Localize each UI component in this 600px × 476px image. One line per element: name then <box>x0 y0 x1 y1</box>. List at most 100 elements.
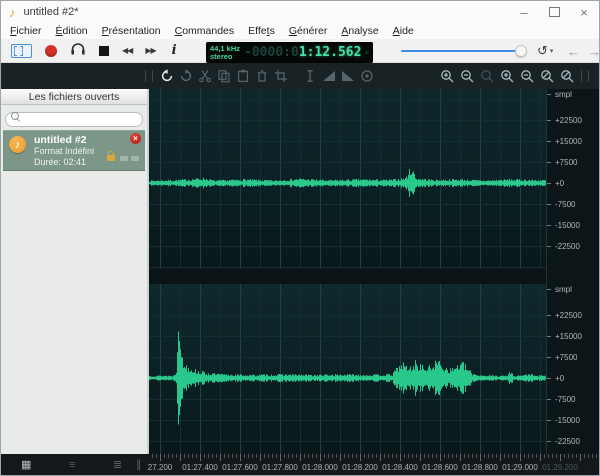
slider-track <box>401 50 521 52</box>
timeline-label: 01:28.600 <box>422 463 458 472</box>
zoom-in-button[interactable] <box>437 67 457 85</box>
redo-button[interactable] <box>176 67 195 85</box>
open-file-item[interactable]: ♪ untitled #2 Format Indéfini Durée: 02:… <box>3 130 145 171</box>
close-button[interactable]: × <box>569 1 599 23</box>
undo-icon <box>161 69 172 82</box>
menu-item-aide[interactable]: Aide <box>386 25 421 37</box>
nav-back-button[interactable]: ← <box>567 44 580 59</box>
lcd-menu-icon[interactable]: ≡ <box>364 48 369 57</box>
file-status-icon-2 <box>131 156 139 161</box>
rewind-button[interactable]: ◀◀ <box>122 46 133 55</box>
window-controls: – × <box>509 1 599 23</box>
axis-label-ch1: +0 <box>547 179 564 188</box>
fade-out-button[interactable] <box>338 67 357 85</box>
waveform-view[interactable] <box>149 89 546 454</box>
axis-label-ch2: +22500 <box>547 311 582 320</box>
timeline-label: 01:28.200 <box>342 463 378 472</box>
timeline-label: 01:27.800 <box>262 463 298 472</box>
copy-icon <box>217 70 230 83</box>
axis-label-ch1: +7500 <box>547 158 577 167</box>
view-columns-button[interactable]: ≣ <box>113 459 122 471</box>
transport-toolbar: ◀◀ ▶▶ i 44,1 kHz stereo -0000:01:12.562 … <box>1 39 599 63</box>
file-format: Format Indéfini <box>34 146 95 156</box>
view-table-button[interactable]: ▦ <box>21 459 31 471</box>
axis-label-ch2: +15000 <box>547 332 582 341</box>
zoom-out-button[interactable] <box>457 67 477 85</box>
toolbar-grip-right[interactable] <box>581 70 589 82</box>
paste-button[interactable] <box>233 67 252 85</box>
redo-icon <box>180 69 191 82</box>
transport-buttons: ◀◀ ▶▶ i <box>1 41 180 61</box>
menu-item-effets[interactable]: Effets <box>241 25 282 37</box>
zoom-selection-button[interactable] <box>477 67 497 85</box>
fade-in-button[interactable] <box>319 67 338 85</box>
channel-mode-label: stereo <box>210 51 233 61</box>
copy-button[interactable] <box>214 67 233 85</box>
fast-forward-button[interactable]: ▶▶ <box>145 46 156 55</box>
timeline-label: 01:27.600 <box>222 463 258 472</box>
timeline-label: 01:28.400 <box>382 463 418 472</box>
stop-button[interactable] <box>99 45 109 56</box>
axis-label-ch1: +15000 <box>547 137 582 146</box>
zoom-all-button[interactable] <box>517 67 537 85</box>
axis-label-ch1: -22500 <box>547 242 580 251</box>
crop-icon <box>274 69 287 82</box>
zoom-all-icon <box>520 69 533 82</box>
slider-knob[interactable] <box>515 45 527 57</box>
chevron-down-icon: ▾ <box>549 48 554 55</box>
toolbar-grip[interactable] <box>145 70 153 82</box>
audio-file-icon: ♪ <box>9 136 26 153</box>
ruler-ticks-major <box>149 454 599 461</box>
timeline-label: 01:29.200 <box>542 463 578 472</box>
timeline-label: 01:28.000 <box>302 463 338 472</box>
search-input[interactable] <box>5 111 143 127</box>
menu-item-commandes[interactable]: Commandes <box>168 25 242 37</box>
playback-volume-slider[interactable] <box>401 44 527 58</box>
play-monitor-button[interactable] <box>70 41 86 61</box>
minimize-button[interactable]: – <box>509 1 539 23</box>
close-file-button[interactable]: × <box>130 133 141 144</box>
undo-button[interactable] <box>157 67 176 85</box>
zoom-fit-icon <box>500 69 513 82</box>
gain-button[interactable] <box>357 67 376 85</box>
search-icon <box>11 112 19 120</box>
cut-button[interactable] <box>195 67 214 85</box>
timeline-label: 01:27.400 <box>182 463 218 472</box>
zoom-out-icon <box>460 69 473 82</box>
insert-silence-button[interactable] <box>300 67 319 85</box>
ibeam-icon <box>306 70 313 82</box>
delete-button[interactable] <box>252 67 271 85</box>
timeline-label: 01:28.800 <box>462 463 498 472</box>
nav-forward-button[interactable]: → <box>588 44 599 59</box>
menu-item-generer[interactable]: Générer <box>282 25 335 37</box>
sidebar-header: Les fichiers ouverts <box>1 89 147 105</box>
info-button[interactable]: i <box>169 43 180 58</box>
paste-icon <box>237 69 248 83</box>
app-window: ♪ untitled #2* – × Fichier Édition Présent… <box>0 0 600 476</box>
zoom-horizontal-button[interactable] <box>557 67 577 85</box>
menu-item-edition[interactable]: Édition <box>49 25 95 37</box>
fade-out-icon <box>341 71 354 81</box>
view-list-button[interactable]: ≡ <box>69 459 75 471</box>
maximize-button[interactable] <box>539 1 569 23</box>
time-display: 44,1 kHz stereo -0000:01:12.562 ≡ <box>206 42 373 63</box>
status-bar: ▦ ≡ ≣ ∥ 27.200 01:27.400 01:27.600 01:27.80… <box>1 454 599 475</box>
file-duration: Durée: 02:41 <box>34 157 87 167</box>
selection-tool-button[interactable] <box>11 43 32 58</box>
crop-button[interactable] <box>271 67 290 85</box>
menu-item-presentation[interactable]: Présentation <box>95 25 168 37</box>
history-dropdown[interactable]: ↺ ▾ <box>537 39 553 63</box>
scissors-icon <box>198 70 211 83</box>
menu-item-analyse[interactable]: Analyse <box>334 25 385 37</box>
axis-label-ch1: -7500 <box>547 200 575 209</box>
zoom-horizontal-icon <box>560 69 573 82</box>
zoom-fit-button[interactable] <box>497 67 517 85</box>
zoom-selection-icon <box>480 69 493 82</box>
axis-label-ch2: -7500 <box>547 395 575 404</box>
record-button[interactable] <box>45 44 57 57</box>
timeline-label: 01:29.000 <box>502 463 538 472</box>
maximize-icon <box>548 7 560 17</box>
zoom-vertical-button[interactable] <box>537 67 557 85</box>
menu-item-fichier[interactable]: Fichier <box>3 25 49 37</box>
headphones-icon <box>71 42 85 55</box>
